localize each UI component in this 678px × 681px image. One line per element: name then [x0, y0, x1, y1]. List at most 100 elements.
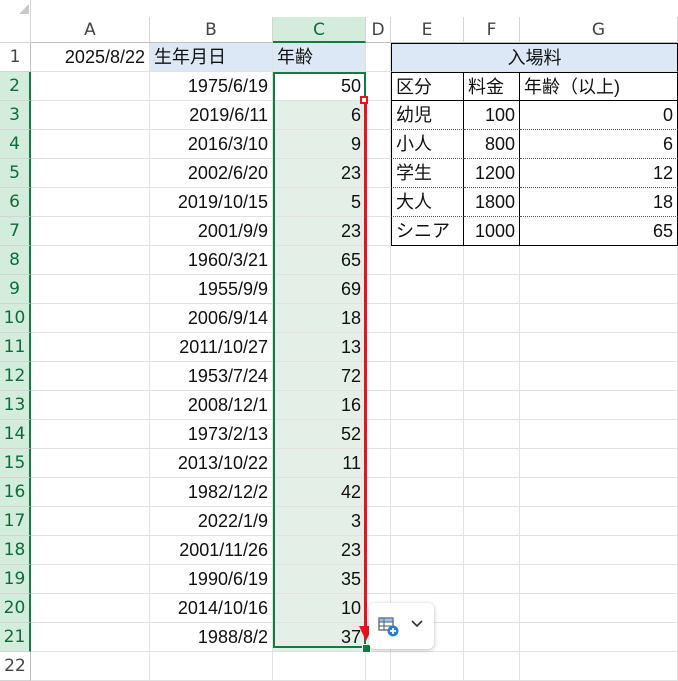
row-header-1[interactable]: 1 [0, 43, 31, 72]
quick-analysis-button[interactable] [369, 603, 434, 649]
row-header-6[interactable]: 6 [0, 188, 31, 217]
cell-c2[interactable]: 50 [273, 72, 366, 101]
row-header-16[interactable]: 16 [0, 478, 31, 507]
cell-a18[interactable] [31, 536, 150, 565]
cell-a22[interactable] [31, 652, 150, 681]
cell-a5[interactable] [31, 159, 150, 188]
row-header-19[interactable]: 19 [0, 565, 31, 594]
cell-a3[interactable] [31, 101, 150, 130]
column-header-c[interactable]: C [273, 17, 366, 43]
row-header-17[interactable]: 17 [0, 507, 31, 536]
cell-d14[interactable] [366, 420, 391, 449]
cell-b19[interactable]: 1990/6/19 [150, 565, 273, 594]
cell-e19[interactable] [391, 565, 464, 594]
cell-a6[interactable] [31, 188, 150, 217]
cell-c6[interactable]: 5 [273, 188, 366, 217]
cell-b21[interactable]: 1988/8/2 [150, 623, 273, 652]
cell-a13[interactable] [31, 391, 150, 420]
cell-a20[interactable] [31, 594, 150, 623]
row-header-5[interactable]: 5 [0, 159, 31, 188]
cell-g16[interactable] [520, 478, 678, 507]
cell-d12[interactable] [366, 362, 391, 391]
cell-e16[interactable] [391, 478, 464, 507]
cell-c8[interactable]: 65 [273, 246, 366, 275]
cell-c12[interactable]: 72 [273, 362, 366, 391]
cell-e17[interactable] [391, 507, 464, 536]
cell-d10[interactable] [366, 304, 391, 333]
row-header-15[interactable]: 15 [0, 449, 31, 478]
cell-g4[interactable]: 6 [520, 130, 678, 159]
cell-a21[interactable] [31, 623, 150, 652]
cell-b22[interactable] [150, 652, 273, 681]
row-header-22[interactable]: 22 [0, 652, 31, 681]
cell-b3[interactable]: 2019/6/11 [150, 101, 273, 130]
cell-b7[interactable]: 2001/9/9 [150, 217, 273, 246]
cell-f14[interactable] [464, 420, 520, 449]
cell-c18[interactable]: 23 [273, 536, 366, 565]
cell-g10[interactable] [520, 304, 678, 333]
cell-b10[interactable]: 2006/9/14 [150, 304, 273, 333]
cell-d15[interactable] [366, 449, 391, 478]
cell-b14[interactable]: 1973/2/13 [150, 420, 273, 449]
cell-g6[interactable]: 18 [520, 188, 678, 217]
cell-b17[interactable]: 2022/1/9 [150, 507, 273, 536]
column-header-b[interactable]: B [150, 17, 273, 43]
select-all-corner[interactable] [0, 0, 31, 43]
cell-d1[interactable] [366, 43, 391, 72]
cell-b15[interactable]: 2013/10/22 [150, 449, 273, 478]
cell-f5[interactable]: 1200 [464, 159, 520, 188]
cell-c7[interactable]: 23 [273, 217, 366, 246]
row-header-11[interactable]: 11 [0, 333, 31, 362]
cell-e22[interactable] [391, 652, 464, 681]
row-header-20[interactable]: 20 [0, 594, 31, 623]
cell-c1[interactable]: 年齢 [273, 43, 366, 72]
cell-c14[interactable]: 52 [273, 420, 366, 449]
cell-e10[interactable] [391, 304, 464, 333]
cell-c9[interactable]: 69 [273, 275, 366, 304]
cell-b18[interactable]: 2001/11/26 [150, 536, 273, 565]
row-header-9[interactable]: 9 [0, 275, 31, 304]
cell-b2[interactable]: 1975/6/19 [150, 72, 273, 101]
cell-c20[interactable]: 10 [273, 594, 366, 623]
cell-f7[interactable]: 1000 [464, 217, 520, 246]
cell-a12[interactable] [31, 362, 150, 391]
cell-d13[interactable] [366, 391, 391, 420]
cell-f8[interactable] [464, 246, 520, 275]
cell-b4[interactable]: 2016/3/10 [150, 130, 273, 159]
cell-d16[interactable] [366, 478, 391, 507]
cell-g20[interactable] [520, 594, 678, 623]
cell-g11[interactable] [520, 333, 678, 362]
row-header-3[interactable]: 3 [0, 101, 31, 130]
row-header-14[interactable]: 14 [0, 420, 31, 449]
cell-c3[interactable]: 6 [273, 101, 366, 130]
cell-b5[interactable]: 2002/6/20 [150, 159, 273, 188]
cell-f17[interactable] [464, 507, 520, 536]
cell-e4[interactable]: 小人 [391, 130, 464, 159]
cell-e8[interactable] [391, 246, 464, 275]
cell-a2[interactable] [31, 72, 150, 101]
cell-d4[interactable] [366, 130, 391, 159]
cell-a10[interactable] [31, 304, 150, 333]
cell-d5[interactable] [366, 159, 391, 188]
cell-g8[interactable] [520, 246, 678, 275]
cell-c4[interactable]: 9 [273, 130, 366, 159]
cell-b16[interactable]: 1982/12/2 [150, 478, 273, 507]
row-header-2[interactable]: 2 [0, 72, 31, 101]
cell-b6[interactable]: 2019/10/15 [150, 188, 273, 217]
cell-f3[interactable]: 100 [464, 101, 520, 130]
cell-a16[interactable] [31, 478, 150, 507]
cell-e7[interactable]: シニア [391, 217, 464, 246]
cell-g12[interactable] [520, 362, 678, 391]
cell-f16[interactable] [464, 478, 520, 507]
row-header-7[interactable]: 7 [0, 217, 31, 246]
cell-c16[interactable]: 42 [273, 478, 366, 507]
cell-a9[interactable] [31, 275, 150, 304]
cell-c11[interactable]: 13 [273, 333, 366, 362]
cell-g21[interactable] [520, 623, 678, 652]
cell-g18[interactable] [520, 536, 678, 565]
cell-a1[interactable]: 2025/8/22 [31, 43, 150, 72]
cell-g17[interactable] [520, 507, 678, 536]
cell-f19[interactable] [464, 565, 520, 594]
cell-f4[interactable]: 800 [464, 130, 520, 159]
column-header-d[interactable]: D [366, 17, 391, 43]
